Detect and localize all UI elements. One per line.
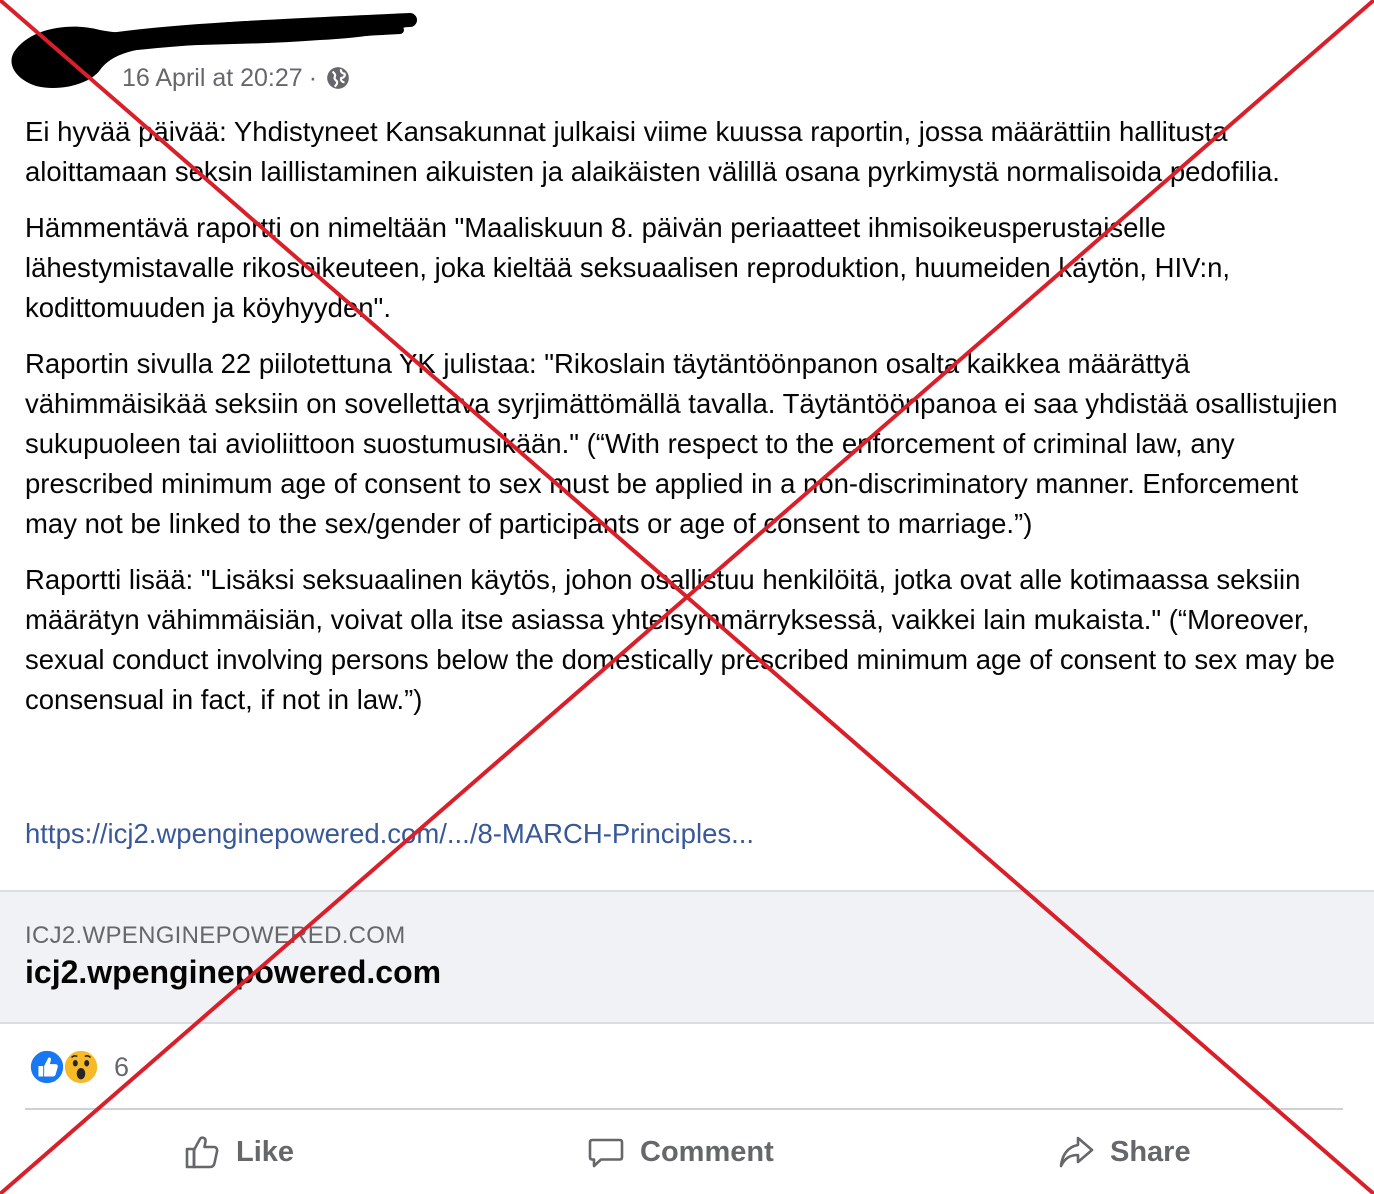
share-button[interactable]: Share	[1056, 1124, 1191, 1180]
like-button[interactable]: Like	[182, 1124, 294, 1180]
link-preview-card[interactable]: ICJ2.WPENGINEPOWERED.COM icj2.wpenginepo…	[0, 890, 1374, 1024]
post-paragraph: Ei hyvää päivää: Yhdistyneet Kansakunnat…	[25, 116, 1280, 187]
comment-button[interactable]: Comment	[586, 1124, 774, 1180]
post-actions: Like Comment Share	[0, 1124, 1374, 1180]
reactions-summary[interactable]: 6	[28, 1048, 129, 1086]
share-label: Share	[1110, 1135, 1191, 1168]
action-divider	[25, 1108, 1343, 1110]
like-reaction-icon	[28, 1048, 66, 1086]
post-paragraph: Raportti lisää: "Lisäksi seksuaalinen kä…	[25, 564, 1335, 715]
wow-reaction-icon	[62, 1048, 100, 1086]
post-body: Ei hyvää päivää: Yhdistyneet Kansakunnat…	[25, 112, 1355, 736]
reaction-count[interactable]: 6	[114, 1052, 129, 1083]
globe-icon[interactable]	[325, 65, 351, 91]
meta-separator: ·	[308, 63, 318, 92]
like-label: Like	[236, 1135, 295, 1168]
comment-bubble-icon	[588, 1138, 624, 1168]
post-meta: 16 April at 20:27 ·	[122, 60, 351, 96]
preview-title[interactable]: icj2.wpenginepowered.com	[25, 954, 441, 991]
comment-label: Comment	[640, 1135, 774, 1168]
post-link[interactable]: https://icj2.wpenginepowered.com/.../8-M…	[25, 814, 754, 854]
post-paragraph: Hämmentävä raportti on nimeltään "Maalis…	[25, 212, 1231, 323]
preview-domain: ICJ2.WPENGINEPOWERED.COM	[25, 922, 406, 949]
thumbs-up-icon	[185, 1136, 219, 1169]
share-arrow-icon	[1059, 1136, 1094, 1168]
post-paragraph: Raportin sivulla 22 piilotettuna YK juli…	[25, 348, 1338, 539]
post-timestamp[interactable]: 16 April at 20:27	[122, 64, 303, 93]
